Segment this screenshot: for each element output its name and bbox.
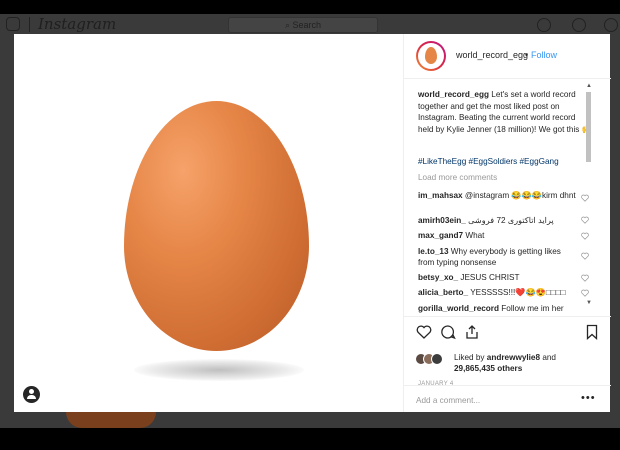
header-separator: • xyxy=(525,50,529,60)
comment-bubble-icon[interactable] xyxy=(440,324,456,340)
heart-icon xyxy=(572,18,586,32)
compass-icon xyxy=(537,18,551,32)
follow-button[interactable]: Follow xyxy=(531,50,557,60)
instagram-logo: Instagram xyxy=(38,15,117,33)
background-search-box: ⌕ Search xyxy=(228,17,378,33)
comment-username[interactable]: betsy_xo_ xyxy=(418,273,458,282)
comment-item: max_gand7 What xyxy=(418,230,578,241)
likes-count[interactable]: 29,865,435 others xyxy=(454,364,522,373)
comment-text: JESUS CHRIST xyxy=(460,273,520,282)
post-photo[interactable] xyxy=(14,34,403,412)
profile-icon xyxy=(604,18,618,32)
camera-icon xyxy=(6,17,20,31)
add-comment-input[interactable] xyxy=(416,394,576,406)
likes-prefix: Liked by xyxy=(454,353,485,362)
load-more-comments-button[interactable]: Load more comments xyxy=(418,173,497,182)
post-header: world_record_egg • Follow xyxy=(404,34,611,79)
likes-summary: Liked by andrewwylie8 and 29,865,435 oth… xyxy=(454,352,556,374)
bookmark-icon[interactable] xyxy=(584,324,600,340)
liker-avatars[interactable] xyxy=(415,353,445,365)
avatar[interactable] xyxy=(416,41,446,71)
background-nav-bar: Instagram ⌕ Search xyxy=(0,14,620,36)
comment-item: gorilla_world_record Follow me im her xyxy=(418,303,578,314)
post-author-username[interactable]: world_record_egg xyxy=(456,50,528,60)
background-post-thumbnail xyxy=(66,412,156,428)
comment-username[interactable]: amirh03ein_ xyxy=(418,216,466,225)
comment-item: le.to_13 Why everybody is getting likes … xyxy=(418,246,578,268)
search-placeholder: Search xyxy=(292,20,322,30)
more-options-icon[interactable]: ••• xyxy=(581,392,596,404)
comments-section[interactable]: world_record_egg Let's set a world recor… xyxy=(404,80,611,316)
comments-scrollbar-thumb[interactable] xyxy=(586,92,591,162)
comment-text: Follow me im her xyxy=(501,304,564,313)
comment-item: amirh03ein_ پراید اتاکتوری 72 فروشی xyxy=(418,215,578,226)
scroll-down-arrow-icon[interactable]: ▼ xyxy=(586,300,592,306)
liker-avatar xyxy=(431,353,443,365)
egg-shadow xyxy=(134,359,304,381)
share-icon[interactable] xyxy=(464,324,480,340)
scroll-up-arrow-icon[interactable]: ▲ xyxy=(586,83,592,89)
likes-joiner: and xyxy=(542,353,556,362)
comment-item: betsy_xo_ JESUS CHRIST xyxy=(418,272,578,283)
comment-username[interactable]: gorilla_world_record xyxy=(418,304,499,313)
post-caption: world_record_egg Let's set a world recor… xyxy=(418,89,593,135)
comment-item: im_mahsax @instagram 😂😂😂kirm dhnt xyxy=(418,190,578,201)
comment-username[interactable]: le.to_13 xyxy=(418,247,449,256)
nav-divider xyxy=(29,17,30,32)
screen: Instagram ⌕ Search world_record_egg • Fo… xyxy=(0,0,620,450)
comment-text: What xyxy=(465,231,485,240)
background-overlay-left xyxy=(0,36,14,412)
post-sidebar: world_record_egg • Follow world_record_e… xyxy=(403,34,611,412)
egg-image xyxy=(124,101,309,351)
caption-username[interactable]: world_record_egg xyxy=(418,90,489,99)
comment-text: @instagram 😂😂😂kirm dhnt xyxy=(464,191,576,200)
comment-username[interactable]: max_gand7 xyxy=(418,231,463,240)
likes-user[interactable]: andrewwylie8 xyxy=(487,353,540,362)
caption-hashtags[interactable]: #LikeTheEgg #EggSoldiers #EggGang xyxy=(418,157,559,166)
comment-item: alicia_berto_ YESSSSS!!!❤️😂😍□□□□ xyxy=(418,287,578,298)
like-heart-icon[interactable] xyxy=(416,324,432,340)
add-comment-bar: ••• xyxy=(404,385,611,412)
comment-username[interactable]: im_mahsax xyxy=(418,191,463,200)
post-modal: world_record_egg • Follow world_record_e… xyxy=(14,34,611,412)
comment-username[interactable]: alicia_berto_ xyxy=(418,288,468,297)
user-tag-icon[interactable] xyxy=(23,386,40,403)
comment-text: پراید اتاکتوری 72 فروشی xyxy=(468,216,554,225)
comment-text: YESSSSS!!!❤️😂😍□□□□ xyxy=(470,288,566,297)
